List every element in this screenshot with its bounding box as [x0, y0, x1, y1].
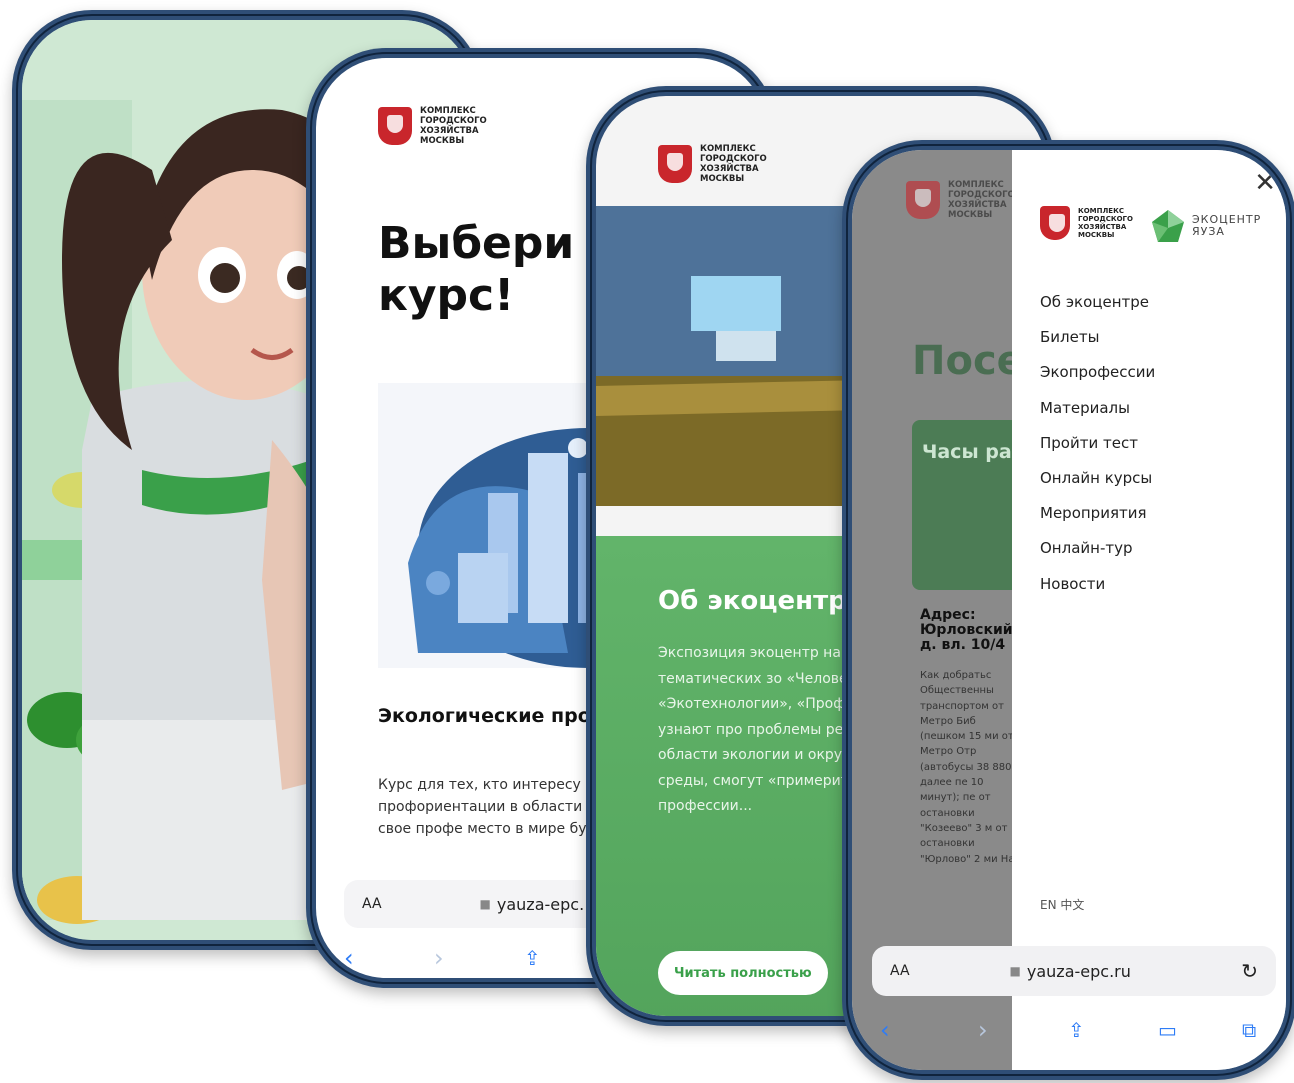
promo-stage: ‹ — [0, 0, 1294, 1083]
moscow-crest-icon — [378, 107, 412, 145]
bookmarks-icon[interactable]: ▭ — [1158, 1018, 1177, 1042]
menu-item[interactable]: Онлайн-тур — [1040, 531, 1155, 566]
menu-item[interactable]: Об экоцентре — [1040, 285, 1155, 320]
about-heading: Об экоцентр — [658, 586, 847, 616]
menu-item[interactable]: Экопрофессии — [1040, 355, 1155, 390]
moscow-crest-icon — [906, 181, 940, 219]
address-bar[interactable]: AA ■ yauza-epc.ru ↻ — [872, 946, 1276, 996]
visit-heading: Посе — [912, 338, 1024, 384]
moscow-logo: КОМПЛЕКС ГОРОДСКОГО ХОЗЯЙСТВА МОСКВЫ — [378, 106, 500, 146]
back-icon[interactable]: ‹ — [880, 1016, 890, 1044]
text-size-button[interactable]: AA — [362, 896, 382, 912]
language-switch[interactable]: EN 中文 — [1040, 896, 1084, 913]
read-more-button[interactable]: Читать полностью — [658, 951, 828, 995]
menu-item[interactable]: Пройти тест — [1040, 426, 1155, 461]
menu-item[interactable]: Мероприятия — [1040, 496, 1155, 531]
moscow-logo: КОМПЛЕКС ГОРОДСКОГО ХОЗЯЙСТВА МОСКВЫ — [1040, 206, 1136, 240]
menu-item[interactable]: Материалы — [1040, 391, 1155, 426]
logo-text: КОМПЛЕКС ГОРОДСКОГО ХОЗЯЙСТВА МОСКВЫ — [700, 144, 767, 184]
ecocenter-logo: ЭКОЦЕНТР ЯУЗА — [1150, 208, 1272, 244]
logo-text: КОМПЛЕКС ГОРОДСКОГО ХОЗЯЙСТВА МОСКВЫ — [420, 106, 487, 146]
url-text[interactable]: yauza-epc.ru — [1027, 962, 1131, 981]
menu-item[interactable]: Билеты — [1040, 320, 1155, 355]
nav-menu: Об экоцентре Билеты Экопрофессии Материа… — [1040, 285, 1155, 602]
forward-icon[interactable]: › — [434, 944, 444, 972]
nav-drawer: ✕ КОМПЛЕКС ГОРОДСКОГО ХОЗЯЙСТВА МОСКВЫ Э… — [1012, 150, 1286, 1070]
forward-icon[interactable]: › — [978, 1016, 988, 1044]
ecocenter-leaf-icon — [1150, 208, 1186, 244]
directions-text: Как добратьс Общественны транспортом от … — [920, 670, 1015, 865]
address-title: Адрес: Юрловский д. вл. 10/4 — [920, 607, 1013, 653]
ecocenter-logo-text: ЭКОЦЕНТР ЯУЗА — [1192, 213, 1262, 238]
lock-icon: ■ — [1009, 964, 1021, 978]
text-size-button[interactable]: AA — [890, 963, 910, 979]
lock-icon: ■ — [479, 897, 491, 911]
moscow-crest-icon — [1040, 206, 1070, 240]
back-icon[interactable]: ‹ — [344, 944, 354, 972]
phone-menu: КОМПЛЕКС ГОРОДСКОГО ХОЗЯЙСТВА МОСКВЫ Пос… — [842, 140, 1294, 1080]
url-text[interactable]: yauza-epc. — [497, 895, 584, 914]
browser-toolbar: ‹ › ⇪ ▭ ⧉ — [872, 1010, 1276, 1050]
moscow-crest-icon — [658, 145, 692, 183]
share-icon[interactable]: ⇪ — [524, 946, 541, 970]
menu-item[interactable]: Онлайн курсы — [1040, 461, 1155, 496]
moscow-logo: КОМПЛЕКС ГОРОДСКОГО ХОЗЯЙСТВА МОСКВЫ — [658, 144, 780, 184]
menu-item[interactable]: Новости — [1040, 567, 1155, 602]
reload-icon[interactable]: ↻ — [1241, 959, 1258, 983]
screen-menu: КОМПЛЕКС ГОРОДСКОГО ХОЗЯЙСТВА МОСКВЫ Пос… — [852, 150, 1286, 1070]
tabs-icon[interactable]: ⧉ — [1242, 1018, 1256, 1042]
moscow-logo: КОМПЛЕКС ГОРОДСКОГО ХОЗЯЙСТВА МОСКВЫ — [906, 180, 1028, 220]
logo-text: КОМПЛЕКС ГОРОДСКОГО ХОЗЯЙСТВА МОСКВЫ — [1078, 207, 1133, 239]
close-icon[interactable]: ✕ — [1254, 168, 1276, 198]
share-icon[interactable]: ⇪ — [1068, 1018, 1085, 1042]
